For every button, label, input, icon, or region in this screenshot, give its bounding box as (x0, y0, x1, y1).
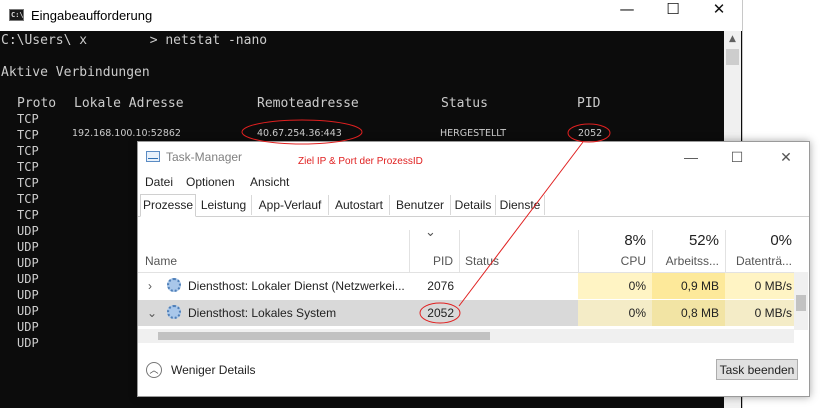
scroll-thumb[interactable] (796, 295, 806, 311)
remote-address-value: 40.67.254.36:443 (257, 128, 342, 139)
column-header-name[interactable]: Name (145, 254, 177, 268)
column-divider[interactable] (459, 230, 460, 272)
column-divider[interactable] (409, 230, 410, 272)
horizontal-scrollbar[interactable] (138, 329, 794, 343)
column-header-disk[interactable]: Datenträ... (726, 254, 792, 268)
process-memory: 0,8 MB (680, 306, 719, 320)
process-pid: 2076 (427, 279, 454, 293)
column-header-status[interactable]: Status (465, 254, 499, 268)
pid-value: 2052 (578, 128, 603, 139)
tab-autostart[interactable]: Autostart (329, 195, 390, 215)
column-header-cpu[interactable]: CPU (578, 254, 646, 268)
process-name: Diensthost: Lokales System (188, 306, 337, 320)
command-prompt-line: C:\Users\ x > netstat -nano (1, 33, 268, 48)
scroll-thumb[interactable] (158, 332, 490, 340)
process-memory: 0,9 MB (680, 279, 719, 293)
header-remote-address: Remoteadresse (257, 96, 359, 111)
process-list-scrollbar[interactable] (794, 272, 808, 330)
section-title: Aktive Verbindungen (1, 65, 150, 80)
cmd-window-title: Eingabeaufforderung (31, 8, 153, 23)
column-header-memory[interactable]: Arbeitss... (652, 254, 719, 268)
taskmanager-footer: ︿ Weniger Details Task beenden (138, 352, 809, 396)
menu-optionen[interactable]: Optionen (186, 175, 235, 189)
local-address-value: 192.168.100.10:52862 (72, 128, 181, 139)
collapse-chevron-icon[interactable]: ⌄ (147, 300, 157, 326)
tab-bar: Prozesse Leistung App-Verlauf Autostart … (138, 194, 809, 217)
process-row[interactable]: › Diensthost: Lokaler Dienst (Netzwerkei… (138, 273, 798, 299)
close-button[interactable]: ✕ (763, 142, 809, 172)
protocol-entry: TCP (17, 160, 39, 174)
protocol-entry: UDP (17, 240, 39, 254)
taskmanager-app-icon (146, 151, 160, 162)
taskmanager-window: Task-Manager — ☐ ✕ Datei Optionen Ansich… (137, 141, 810, 397)
protocol-entry: TCP (17, 128, 39, 142)
end-task-button[interactable]: Task beenden (716, 359, 798, 380)
header-status: Status (441, 96, 488, 111)
sort-chevron-icon: ⌄ (425, 224, 436, 239)
header-local-address: Lokale Adresse (74, 96, 184, 111)
gear-icon (167, 278, 181, 292)
tab-leistung[interactable]: Leistung (196, 195, 252, 215)
protocol-entry: TCP (17, 208, 39, 222)
annotation-label: Ziel IP & Port der ProzessID (298, 156, 423, 167)
protocol-entry: UDP (17, 224, 39, 238)
fewer-details-link[interactable]: Weniger Details (171, 363, 255, 377)
menu-ansicht[interactable]: Ansicht (250, 175, 289, 189)
protocol-entry: UDP (17, 288, 39, 302)
process-cpu: 0% (628, 279, 646, 293)
cmd-titlebar[interactable]: C:\ Eingabeaufforderung — ☐ ✕ (0, 0, 742, 31)
tab-dienste[interactable]: Dienste (496, 195, 545, 215)
tab-details[interactable]: Details (451, 195, 496, 215)
header-proto: Proto (17, 96, 57, 111)
protocol-entry: TCP (17, 176, 39, 190)
minimize-button[interactable]: — (668, 142, 714, 172)
disk-total-percent: 0% (770, 232, 792, 249)
protocol-entry: UDP (17, 256, 39, 270)
protocol-entry: UDP (17, 304, 39, 318)
tab-prozesse[interactable]: Prozesse (140, 194, 196, 217)
taskmanager-titlebar[interactable]: Task-Manager — ☐ ✕ (138, 142, 809, 172)
process-row-selected[interactable]: ⌄ Diensthost: Lokales System 2052 0% 0,8… (138, 300, 798, 326)
process-pid: 2052 (427, 306, 454, 320)
status-value: HERGESTELLT (440, 128, 507, 139)
protocol-entry: UDP (17, 320, 39, 334)
process-name: Diensthost: Lokaler Dienst (Netzwerkei..… (188, 279, 405, 293)
tab-app-verlauf[interactable]: App-Verlauf (252, 195, 329, 215)
process-disk: 0 MB/s (754, 306, 792, 320)
close-button[interactable]: ✕ (696, 0, 742, 31)
process-disk: 0 MB/s (754, 279, 792, 293)
menubar: Datei Optionen Ansicht (138, 173, 809, 193)
column-divider[interactable] (725, 230, 726, 272)
scroll-thumb[interactable] (726, 49, 739, 65)
memory-total-percent: 52% (688, 232, 719, 249)
expand-chevron-icon[interactable]: › (148, 273, 152, 299)
protocol-entry: TCP (17, 112, 39, 126)
maximize-button[interactable]: ☐ (714, 142, 760, 172)
protocol-entry: UDP (17, 272, 39, 286)
protocol-entry: TCP (17, 192, 39, 206)
protocol-entry: TCP (17, 144, 39, 158)
header-pid: PID (577, 96, 601, 111)
cmd-app-icon: C:\ (9, 9, 24, 21)
tab-benutzer[interactable]: Benutzer (390, 195, 451, 215)
menu-datei[interactable]: Datei (145, 175, 173, 189)
process-cpu: 0% (628, 306, 646, 320)
column-divider[interactable] (652, 230, 653, 272)
maximize-button[interactable]: ☐ (650, 0, 696, 31)
protocol-entry: UDP (17, 336, 39, 350)
chevron-up-icon[interactable]: ︿ (146, 362, 162, 378)
gear-icon (167, 305, 181, 319)
minimize-button[interactable]: — (604, 0, 650, 31)
column-header-pid[interactable]: PID (433, 254, 453, 268)
scroll-up-icon[interactable]: ▲ (724, 31, 741, 48)
cpu-total-percent: 8% (624, 232, 646, 249)
taskmanager-title: Task-Manager (166, 150, 243, 164)
column-divider[interactable] (578, 230, 579, 272)
